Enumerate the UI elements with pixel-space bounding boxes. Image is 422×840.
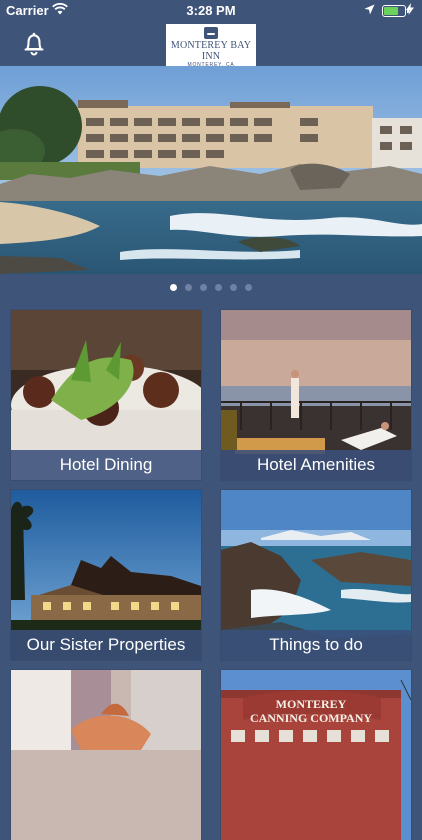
logo-name: MONTEREY BAY INN <box>170 40 252 62</box>
clock: 3:28 PM <box>186 3 236 18</box>
nav-bar: MONTEREY BAY INN MONTEREY, CA <box>0 22 422 68</box>
carousel-page-indicator <box>0 284 422 292</box>
tile-5-photo <box>11 670 201 840</box>
svg-text:CANNING COMPANY: CANNING COMPANY <box>250 711 372 725</box>
location-arrow-icon <box>364 3 375 18</box>
menu-tile-6[interactable]: MONTEREY CANNING COMPANY <box>221 670 411 840</box>
bell-icon[interactable] <box>20 30 48 58</box>
hero-carousel-image[interactable] <box>0 66 422 274</box>
svg-text:MONTEREY: MONTEREY <box>276 697 347 711</box>
battery-fill <box>384 7 398 15</box>
status-bar: Carrier 3:28 PM <box>0 0 422 22</box>
carousel-dot-3[interactable] <box>200 284 207 291</box>
menu-tile-label: Things to do <box>221 630 411 660</box>
menu-tile-our-sister-properties[interactable]: Our Sister Properties <box>11 490 201 660</box>
logo-mark-icon <box>204 27 218 39</box>
menu-tile-label: Hotel Dining <box>11 450 201 480</box>
charging-icon <box>406 3 414 18</box>
carousel-dot-2[interactable] <box>185 284 192 291</box>
menu-tile-label: Hotel Amenities <box>221 450 411 480</box>
tile-6-photo: MONTEREY CANNING COMPANY <box>221 670 411 840</box>
carousel-dot-4[interactable] <box>215 284 222 291</box>
menu-tile-hotel-dining[interactable]: Hotel Dining <box>11 310 201 480</box>
hotel-logo: MONTEREY BAY INN MONTEREY, CA <box>166 24 256 68</box>
menu-tile-label: Our Sister Properties <box>11 630 201 660</box>
battery-icon <box>382 5 409 17</box>
menu-tile-5[interactable] <box>11 670 201 840</box>
menu-tile-things-to-do[interactable]: Things to do <box>221 490 411 660</box>
menu-tile-hotel-amenities[interactable]: Hotel Amenities <box>221 310 411 480</box>
carousel-dot-5[interactable] <box>230 284 237 291</box>
carousel-dot-6[interactable] <box>245 284 252 291</box>
carousel-dot-1[interactable] <box>170 284 177 291</box>
